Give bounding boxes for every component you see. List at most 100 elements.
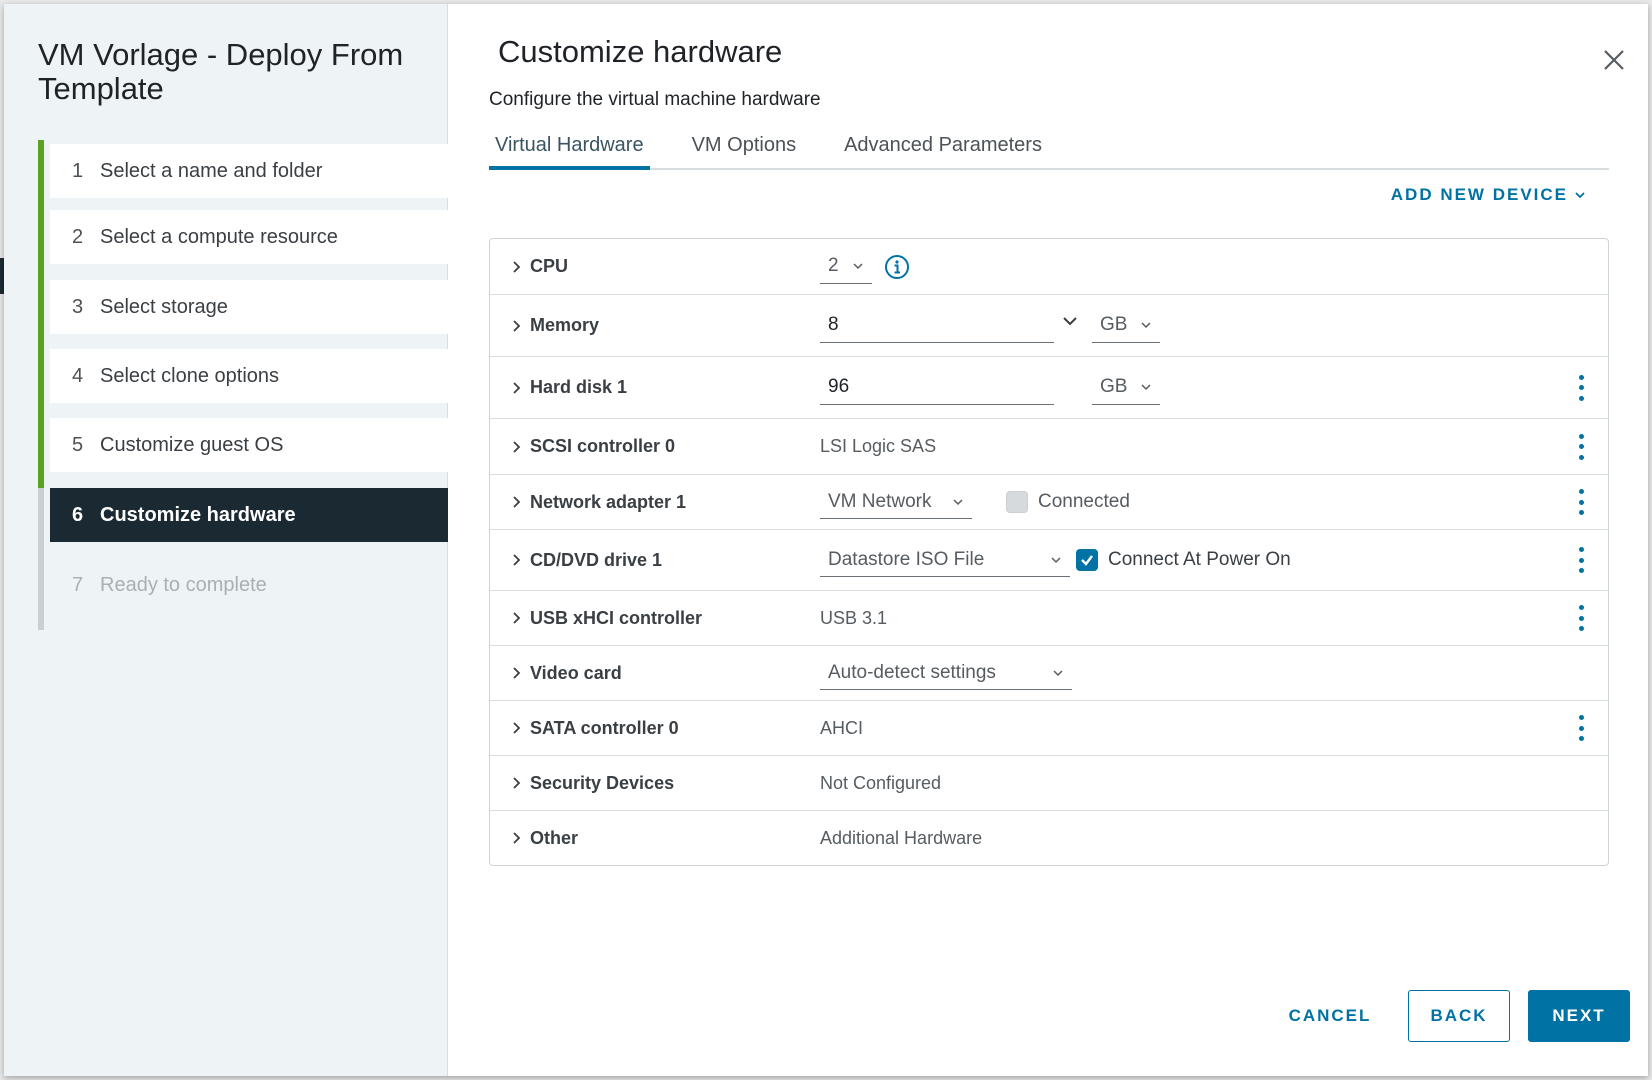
hardware-name: CPU (530, 256, 569, 276)
scsi-value: LSI Logic SAS (820, 436, 937, 456)
add-new-device-label: ADD NEW DEVICE (1390, 185, 1568, 204)
cpu-value-group: 2 (820, 250, 910, 284)
memory-unit-value: GB (1100, 314, 1128, 335)
cddvd-more-icon[interactable] (1576, 547, 1586, 573)
sata-value: AHCI (820, 717, 864, 738)
main-panel: Customize hardware Configure the virtual… (448, 4, 1648, 1076)
video-select-value: Auto-detect settings (828, 661, 996, 683)
chevron-down-icon[interactable] (1062, 313, 1078, 329)
hardware-name: Memory (530, 315, 600, 335)
network-more-icon[interactable] (1576, 489, 1586, 515)
step-select-compute-resource[interactable]: 2 Select a compute resource (50, 210, 448, 264)
next-button[interactable]: NEXT (1528, 990, 1630, 1042)
chevron-down-icon (1141, 322, 1151, 329)
network-value-group: VM Network Connected (820, 485, 1130, 519)
chevron-down-icon (953, 498, 963, 505)
hard-disk-value-group: GB (820, 370, 1160, 405)
expand-cpu[interactable]: CPU (490, 256, 820, 277)
chevron-right-icon (513, 722, 521, 734)
tab-advanced-parameters[interactable]: Advanced Parameters (838, 124, 1048, 170)
memory-unit-select[interactable]: GB (1092, 309, 1160, 343)
step-number: 4 (72, 364, 84, 387)
info-icon[interactable] (884, 254, 910, 280)
chevron-right-icon (513, 319, 521, 332)
cddvd-select[interactable]: Datastore ISO File (820, 543, 1070, 577)
chevron-down-icon (1575, 192, 1585, 199)
step-select-name-folder[interactable]: 1 Select a name and folder (50, 144, 448, 198)
cancel-button[interactable]: CANCEL (1270, 990, 1390, 1042)
expand-sata[interactable]: SATA controller 0 (490, 718, 820, 739)
tab-vm-options[interactable]: VM Options (686, 124, 802, 170)
network-select[interactable]: VM Network (820, 485, 972, 519)
video-select[interactable]: Auto-detect settings (820, 656, 1072, 690)
cpu-select-value: 2 (828, 255, 839, 276)
chevron-right-icon (513, 440, 521, 453)
step-label: Customize guest OS (100, 433, 284, 456)
step-select-clone-options[interactable]: 4 Select clone options (50, 349, 448, 403)
hard-disk-input[interactable] (820, 370, 1054, 405)
hardware-row-sata: SATA controller 0 AHCI (490, 701, 1608, 756)
close-icon (1604, 50, 1624, 70)
expand-hard-disk[interactable]: Hard disk 1 (490, 377, 820, 398)
chevron-right-icon (513, 667, 521, 679)
hardware-row-usb: USB xHCI controller USB 3.1 (490, 591, 1608, 646)
step-customize-guest-os[interactable]: 5 Customize guest OS (50, 418, 448, 472)
hardware-row-memory: Memory GB (490, 295, 1608, 357)
usb-more-icon[interactable] (1576, 605, 1586, 631)
expand-security[interactable]: Security Devices (490, 773, 820, 794)
wizard-sidebar: VM Vorlage - Deploy From Template 1 Sele… (4, 4, 448, 1076)
step-label: Customize hardware (100, 503, 296, 526)
chevron-right-icon (513, 612, 521, 624)
step-label: Select a name and folder (100, 159, 323, 182)
step-select-storage[interactable]: 3 Select storage (50, 280, 448, 334)
chevron-down-icon (1053, 669, 1063, 676)
tab-virtual-hardware[interactable]: Virtual Hardware (489, 124, 650, 170)
cpu-select[interactable]: 2 (820, 250, 872, 284)
chevron-down-icon (1051, 556, 1061, 563)
page-title: Customize hardware (498, 34, 783, 69)
hardware-tabs: Virtual Hardware VM Options Advanced Par… (489, 124, 1609, 170)
back-button[interactable]: BACK (1408, 990, 1510, 1042)
step-label: Select a compute resource (100, 225, 338, 248)
expand-other[interactable]: Other (490, 828, 820, 849)
cddvd-value-group: Datastore ISO File Connect At Power On (820, 543, 1291, 577)
memory-input[interactable] (820, 308, 1054, 343)
chevron-right-icon (513, 777, 521, 789)
step-label: Select storage (100, 295, 228, 318)
expand-scsi[interactable]: SCSI controller 0 (490, 436, 820, 457)
expand-usb[interactable]: USB xHCI controller (490, 608, 820, 629)
step-customize-hardware[interactable]: 6 Customize hardware (50, 488, 448, 542)
hardware-name: Video card (530, 662, 622, 683)
chevron-right-icon (513, 496, 521, 508)
step-number: 2 (72, 225, 84, 248)
expand-memory[interactable]: Memory (490, 315, 820, 336)
hardware-table: CPU 2 Memory 8 GB Hard disk 1 96 GB SCSI… (489, 238, 1609, 866)
hardware-row-cpu: CPU 2 (490, 239, 1608, 295)
hardware-name: Network adapter 1 (530, 491, 687, 512)
deploy-wizard-dialog: VM Vorlage - Deploy From Template 1 Sele… (4, 4, 1648, 1076)
other-value: Additional Hardware (820, 827, 983, 848)
hard-disk-more-icon[interactable] (1576, 374, 1586, 401)
connect-at-power-on-checkbox[interactable] (1076, 549, 1098, 571)
sata-more-icon[interactable] (1576, 715, 1586, 741)
expand-network[interactable]: Network adapter 1 (490, 492, 820, 513)
chevron-down-icon (853, 263, 863, 270)
close-button[interactable] (1598, 44, 1630, 76)
step-ready-to-complete[interactable]: 7 Ready to complete (50, 558, 448, 612)
page-subtitle: Configure the virtual machine hardware (489, 89, 821, 110)
connected-checkbox[interactable] (1006, 491, 1028, 513)
scsi-more-icon[interactable] (1576, 433, 1586, 460)
hardware-row-hard-disk: Hard disk 1 GB (490, 357, 1608, 419)
expand-video[interactable]: Video card (490, 663, 820, 684)
chevron-right-icon (513, 554, 521, 566)
expand-cddvd[interactable]: CD/DVD drive 1 (490, 550, 820, 571)
add-new-device-button[interactable]: ADD NEW DEVICE (1391, 185, 1586, 205)
cddvd-select-value: Datastore ISO File (828, 548, 985, 570)
step-number: 1 (72, 159, 84, 182)
step-number: 6 (72, 503, 84, 526)
dialog-footer: CANCEL BACK NEXT (1270, 990, 1630, 1042)
hardware-row-network: Network adapter 1 VM Network Connected (490, 475, 1608, 530)
step-label: Ready to complete (100, 573, 267, 596)
hardware-row-video: Video card Auto-detect settings (490, 646, 1608, 701)
hard-disk-unit-select[interactable]: GB (1092, 371, 1160, 405)
